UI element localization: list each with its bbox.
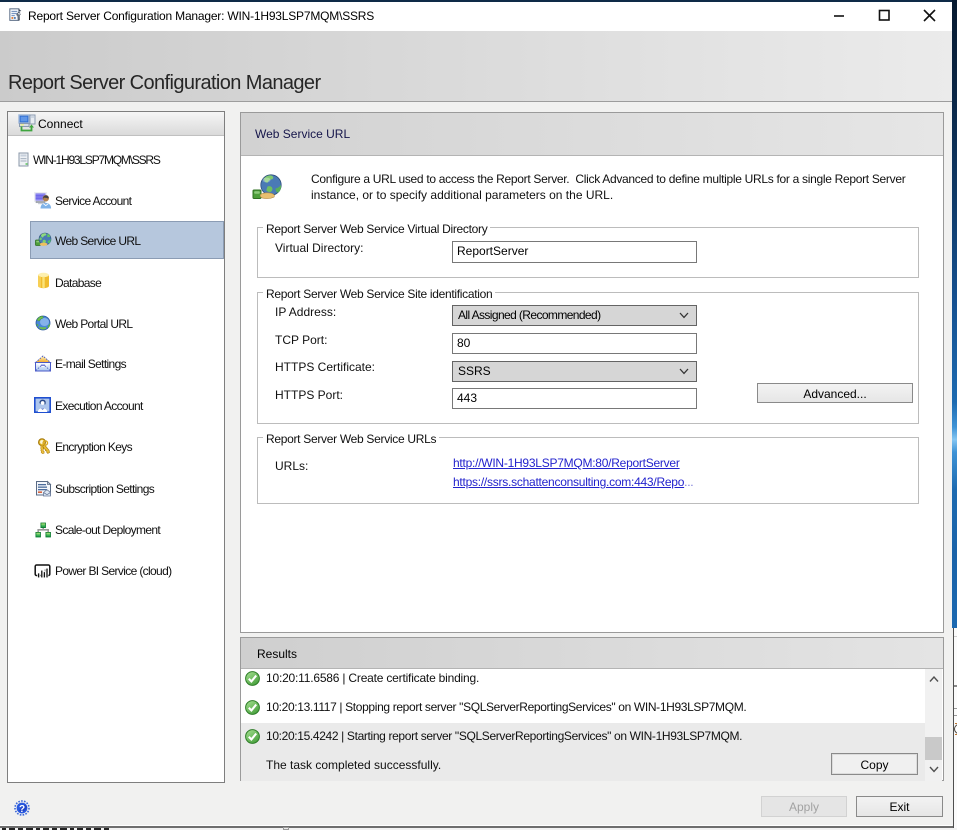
svg-text:?: ? — [19, 804, 25, 815]
